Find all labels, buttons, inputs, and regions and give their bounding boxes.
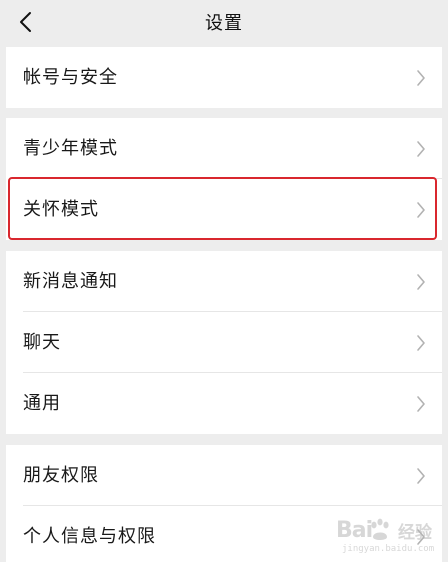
watermark-brand: Bai [336, 518, 373, 543]
settings-item-teen-mode[interactable]: 青少年模式 [6, 118, 442, 179]
chevron-right-icon [417, 468, 425, 484]
chevron-right-icon [417, 274, 425, 290]
settings-item-label: 关怀模式 [23, 199, 99, 220]
navigation-bar: 设置 [0, 0, 448, 44]
settings-item-account-security[interactable]: 帐号与安全 [6, 47, 442, 108]
chevron-right-icon [417, 396, 425, 412]
settings-item-care-mode[interactable]: 关怀模式 [6, 179, 442, 240]
settings-group-general: 新消息通知 聊天 通用 [6, 251, 442, 434]
settings-item-label: 帐号与安全 [23, 67, 118, 88]
settings-item-label: 新消息通知 [23, 271, 118, 292]
settings-item-label: 通用 [23, 393, 61, 414]
settings-item-label: 青少年模式 [23, 138, 118, 159]
watermark-brand-suffix: 经验 [398, 523, 432, 543]
paw-icon [371, 518, 389, 540]
settings-item-chat[interactable]: 聊天 [6, 312, 442, 373]
settings-item-label: 朋友权限 [23, 465, 99, 486]
chevron-right-icon [417, 141, 425, 157]
baidu-jingyan-watermark: Bai 经验 jingyan.baidu.com [336, 512, 444, 556]
settings-group-modes: 青少年模式 关怀模式 [6, 118, 442, 240]
settings-item-friend-permissions[interactable]: 朋友权限 [6, 445, 442, 506]
watermark-url: jingyan.baidu.com [342, 544, 435, 554]
page-title: 设置 [205, 13, 243, 34]
settings-screen: 设置 帐号与安全 青少年模式 关怀模式 新消息通知 聊天 通用 朋友权限 个人信… [0, 0, 448, 562]
settings-group-account: 帐号与安全 [6, 47, 442, 108]
settings-item-notifications[interactable]: 新消息通知 [6, 251, 442, 312]
settings-item-general[interactable]: 通用 [6, 373, 442, 434]
chevron-right-icon [417, 335, 425, 351]
settings-item-label: 聊天 [23, 332, 61, 353]
chevron-right-icon [417, 202, 425, 218]
settings-item-label: 个人信息与权限 [23, 526, 156, 547]
chevron-right-icon [417, 70, 425, 86]
